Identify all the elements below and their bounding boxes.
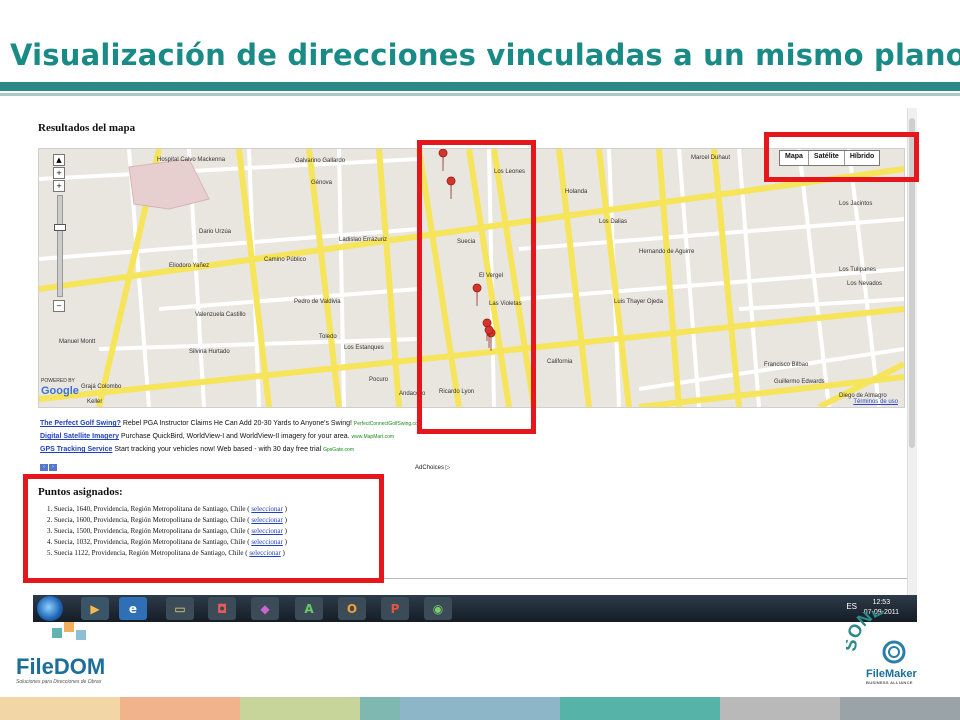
language-indicator[interactable]: ES [846, 602, 857, 611]
ad-prev-icon[interactable]: ‹ [40, 464, 48, 471]
map-label: Pocuro [369, 377, 389, 383]
map-label: Eliodoro Yañez [169, 263, 210, 269]
sonet-text: SONET [846, 612, 896, 653]
zoom-in-button[interactable]: + [53, 180, 65, 192]
pan-center-icon[interactable]: + [53, 167, 65, 179]
ad-link[interactable]: The Perfect Golf Swing? [40, 420, 121, 427]
map-label: Holanda [565, 189, 588, 195]
highlight-assigned-points [23, 474, 384, 583]
map-label: Dario Urzúa [199, 229, 232, 235]
ad-link[interactable]: Digital Satellite Imagery [40, 433, 119, 440]
taskbar: ▶ e ▭ ◘ ◆ A O P ◉ ES 12:53 07-09-2011 [33, 595, 917, 622]
ad-item: Digital Satellite Imagery Purchase Quick… [40, 433, 910, 440]
map-label: Marcel Duhaut [691, 155, 731, 161]
map-label: Los Nevados [847, 281, 883, 287]
zoom-slider-handle[interactable] [54, 224, 66, 231]
map-label: Grajá Colombo [81, 384, 122, 390]
map-label: Francisco Bilbao [764, 362, 809, 368]
map-label: Pedro de Valdivia [294, 299, 341, 305]
app-icon[interactable]: ◆ [251, 597, 279, 620]
filedom-tagline: Soluciones para Direcciones de Obras [16, 679, 102, 685]
title-underline [0, 82, 960, 91]
filemaker-name: FileMaker [866, 668, 917, 680]
ad-text: Start tracking your vehicles now! Web ba… [114, 446, 322, 453]
filemaker-logo: FileMaker BUSINESS ALLIANCE [866, 668, 917, 685]
map-label: Valenzuela Castillo [195, 312, 246, 318]
ad-pager[interactable]: ‹ › [40, 464, 57, 471]
powered-by-label: POWERED BY [41, 378, 75, 384]
outlook-icon[interactable]: O [338, 597, 366, 620]
ad-url[interactable]: PerfectConnectGolfSwing.co [354, 421, 418, 427]
map-label: California [547, 359, 573, 365]
filedom-name: FileDOM [16, 654, 106, 679]
clock-time: 12:53 [872, 599, 891, 606]
map-label: Hernando de Aguirre [639, 249, 695, 255]
map-label: Galvarino Gallardo [295, 158, 346, 164]
filedom-logo: FileDOM Soluciones para Direcciones de O… [16, 654, 106, 685]
ad-text: Purchase QuickBird, WorldView-I and Worl… [120, 433, 350, 440]
app-icon[interactable]: A [295, 597, 323, 620]
map-label: Los Tulipanes [839, 267, 877, 273]
folder-icon[interactable]: ▭ [166, 597, 194, 620]
terms-link[interactable]: Términos de uso [853, 399, 898, 405]
business-alliance-label: BUSINESS ALLIANCE [866, 680, 913, 685]
ad-next-icon[interactable]: › [49, 464, 57, 471]
ad-text: Rebel PGA Instructor Claims He Can Add 2… [122, 420, 352, 427]
highlight-markers [417, 140, 536, 434]
map-label: Camino Público [264, 257, 307, 263]
map-label: Los Jacintos [839, 201, 873, 207]
start-button[interactable] [37, 596, 63, 621]
slide-title: Visualización de direcciones vinculadas … [10, 38, 960, 72]
title-underline-secondary [0, 93, 960, 96]
map-label: Keller [87, 399, 103, 405]
zoom-slider[interactable] [54, 195, 66, 297]
footer-color-bar [0, 697, 960, 720]
ad-url[interactable]: GpsGate.com [323, 447, 354, 453]
zoom-out-button[interactable]: − [53, 300, 65, 312]
media-player-icon[interactable]: ▶ [81, 597, 109, 620]
map-label: Guillermo Edwards [774, 379, 825, 385]
zoom-control[interactable]: ▲ + + − [53, 153, 67, 313]
map-label: Génova [311, 180, 333, 186]
highlight-map-type [764, 132, 919, 182]
ad-item: GPS Tracking Service Start tracking your… [40, 446, 910, 453]
ad-link[interactable]: GPS Tracking Service [40, 446, 112, 453]
adchoices-link[interactable]: AdChoices ▷ [415, 464, 450, 471]
map-label: Ladislao Errázuriz [339, 237, 388, 243]
results-heading: Resultados del mapa [38, 122, 136, 134]
pan-up-icon[interactable]: ▲ [53, 154, 65, 166]
camera-app-icon[interactable]: ◘ [208, 597, 236, 620]
map-label: Hospital Calvo Mackenna [157, 157, 226, 163]
ad-url[interactable]: www.MapMart.com [352, 434, 395, 440]
internet-explorer-icon[interactable]: e [119, 597, 147, 620]
map-label: Los Estanques [344, 345, 384, 351]
map-label: Manuel Montt [59, 339, 96, 345]
map-label: Silvina Hurtado [189, 349, 230, 355]
map-label: Toledo [319, 334, 337, 340]
map-label: Los Dalias [599, 219, 628, 225]
filedom-logo-mark [52, 622, 88, 648]
chrome-icon[interactable]: ◉ [424, 597, 452, 620]
map-label: Luis Thayer Ojeda [614, 299, 663, 305]
powerpoint-icon[interactable]: P [381, 597, 409, 620]
google-logo[interactable]: Google [41, 385, 79, 397]
